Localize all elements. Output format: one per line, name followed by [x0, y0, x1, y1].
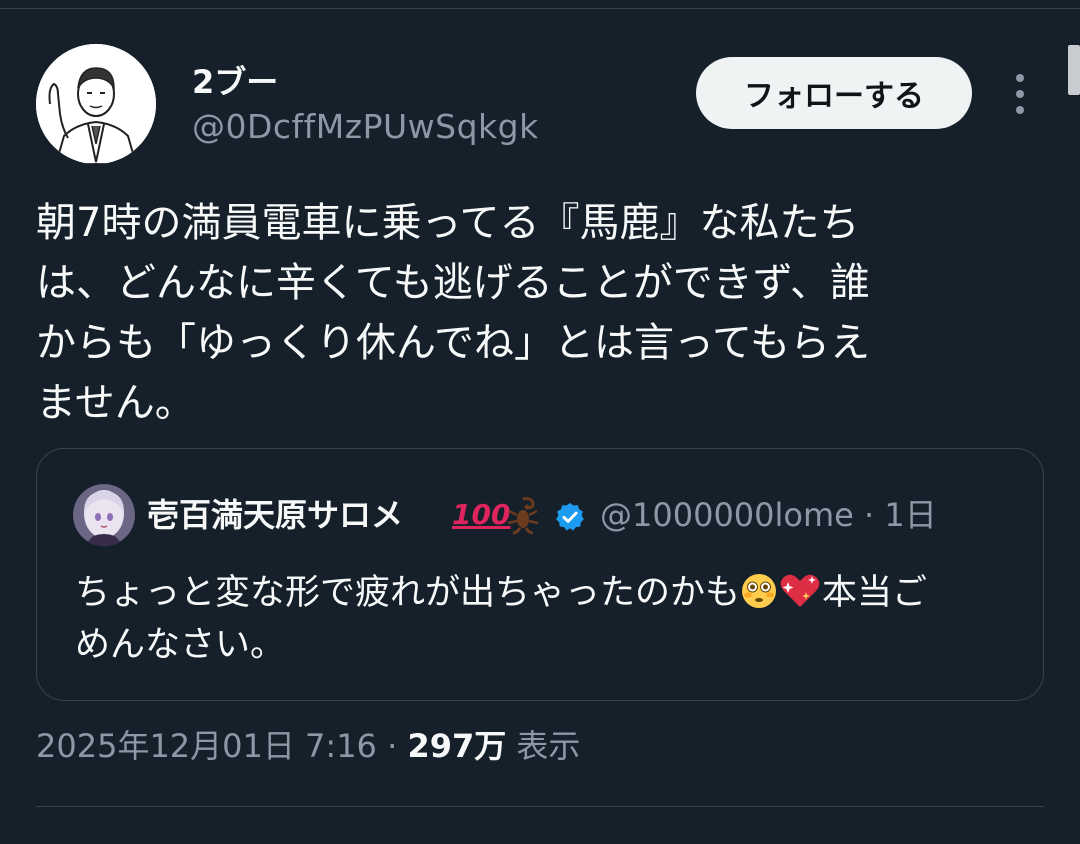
quote-author-avatar: [73, 484, 135, 546]
tweet-meta: 2025年12月01日 7:16 · 297万 表示: [36, 724, 580, 768]
quote-text-part1: ちょっと変な形で疲れが出ちゃったのかも: [75, 573, 741, 613]
views-label: 表示: [506, 727, 581, 765]
author-handle[interactable]: @0DcffMzPUwSqkgk: [192, 106, 539, 148]
scrollbar[interactable]: [1068, 45, 1080, 95]
quote-text: ちょっと変な形で疲れが出ちゃったのかも 本当ご めんなさい。: [75, 567, 1015, 671]
more-dot: [1016, 74, 1024, 82]
author-display-name[interactable]: 2ブー: [192, 62, 278, 102]
sparkling-heart-emoji: [780, 574, 820, 607]
follow-button[interactable]: フォローする: [696, 57, 972, 129]
quote-author-name: 壱百満天原サロメ: [147, 496, 404, 534]
author-avatar[interactable]: [36, 44, 156, 164]
quote-tweet-card[interactable]: 壱百満天原サロメ 100 @1000000lome · 1日 ちょっと変な形で疲…: [36, 448, 1044, 701]
more-dot: [1016, 90, 1024, 98]
verified-icon: [556, 503, 584, 531]
views-count[interactable]: 297万: [407, 727, 506, 765]
top-divider: [0, 8, 1080, 9]
more-dot: [1016, 106, 1024, 114]
tweet-detail-page: 2ブー @0DcffMzPUwSqkgk フォローする 朝7時の満員電車に乗って…: [0, 0, 1080, 844]
scorpion-emoji: [507, 497, 539, 535]
bottom-divider: [36, 806, 1044, 807]
flushed-face-emoji: [742, 574, 777, 608]
tweet-text: 朝7時の満員電車に乗ってる『馬鹿』な私たち は、どんなに辛くても逃げることができ…: [36, 200, 870, 426]
hundred-points-emoji: 100: [452, 498, 511, 531]
more-vertical-icon[interactable]: [1004, 70, 1036, 118]
quote-handle-time: @1000000lome · 1日: [600, 496, 937, 534]
tweet-datetime[interactable]: 2025年12月01日 7:16 ·: [36, 727, 407, 765]
